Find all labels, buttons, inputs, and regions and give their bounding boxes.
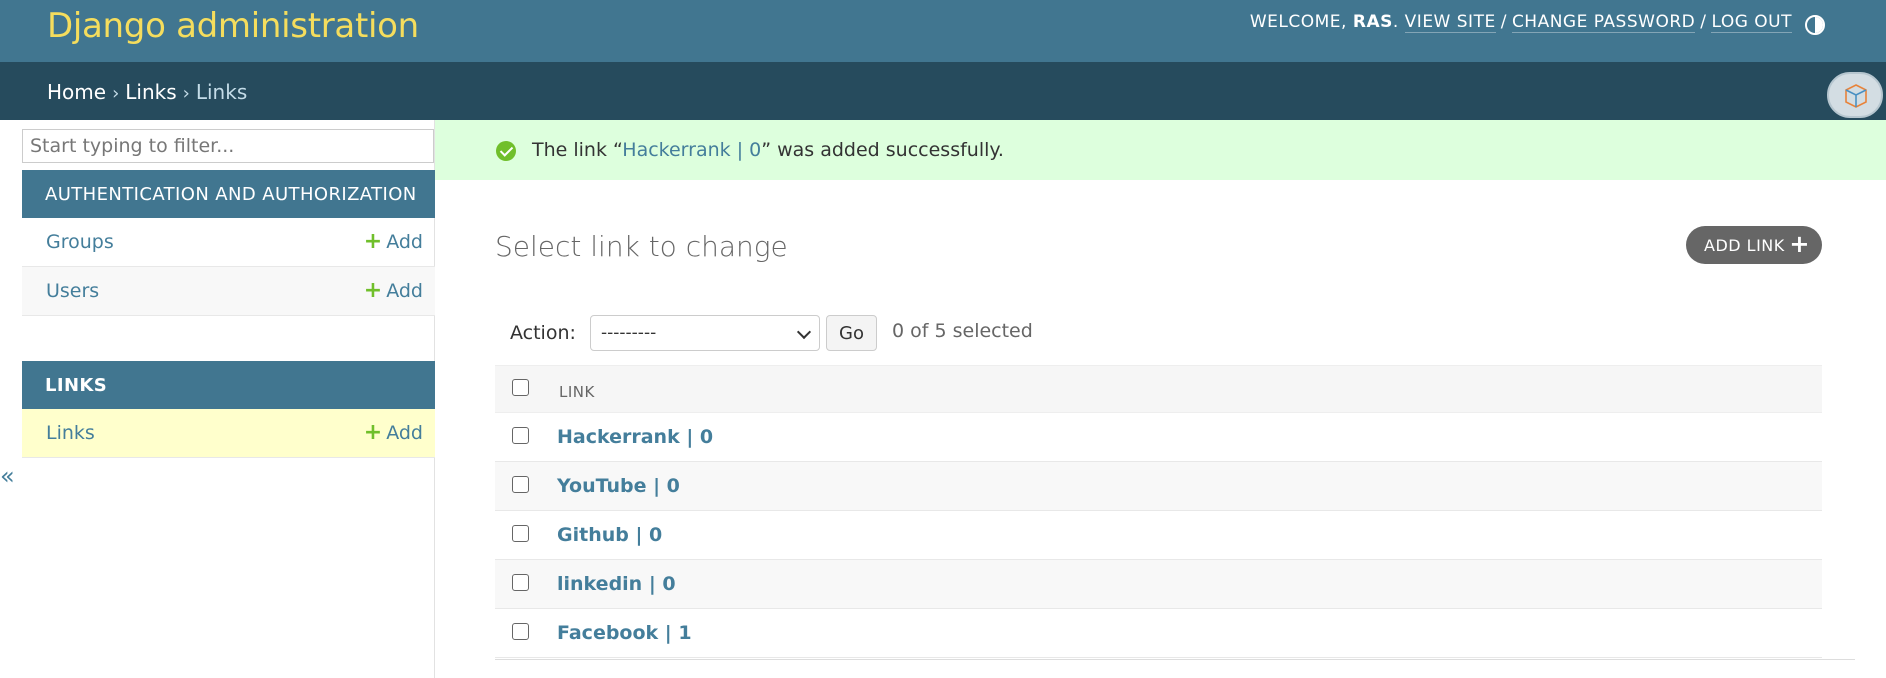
user-tools: WELCOME, RAS. VIEW SITE / CHANGE PASSWORD /… [1249,12,1792,33]
table-header: LINK [495,365,1822,413]
message-suffix: ” was added successfully. [761,139,1004,161]
table-divider [495,659,1855,660]
sidebar-item-label[interactable]: Links [46,422,95,444]
module-caption-auth[interactable]: AUTHENTICATION AND AUTHORIZATION [22,170,435,218]
sidebar-item-label[interactable]: Groups [46,231,114,253]
add-label: Add [386,231,423,253]
add-links-link[interactable]: + Add [363,420,423,445]
separator: / [1500,12,1507,32]
breadcrumb-current: Links [195,80,248,104]
row-link[interactable]: Facebook | 1 [557,622,692,644]
row-link[interactable]: Hackerrank | 0 [557,426,713,448]
sidebar-item-links: Links + Add [22,409,435,458]
add-groups-link[interactable]: + Add [363,229,423,254]
page-title: Select link to change [495,230,788,263]
breadcrumb-app-link[interactable]: Links [125,80,176,104]
plus-icon: + [363,229,383,254]
add-button-label: ADD LINK [1704,236,1785,255]
welcome-text: WELCOME, [1249,12,1353,32]
table-row: YouTube | 0 [495,462,1822,511]
chevron-down-icon [796,324,812,340]
message-object-link[interactable]: Hackerrank | 0 [622,139,761,161]
breadcrumb-arrow: › [182,83,190,104]
collapse-sidebar-icon[interactable]: « [0,462,15,490]
message-text: The link “Hackerrank | 0” was added succ… [532,139,1004,161]
sidebar-item-label[interactable]: Users [46,280,99,302]
theme-toggle-icon[interactable] [1805,15,1825,35]
row-link[interactable]: Github | 0 [557,524,662,546]
row-checkbox[interactable] [512,623,529,640]
table-row: linkedin | 0 [495,560,1822,609]
breadcrumb-arrow: › [112,83,120,104]
view-site-link[interactable]: VIEW SITE [1404,12,1496,33]
row-checkbox[interactable] [512,525,529,542]
table-row: Facebook | 1 [495,609,1822,658]
column-header-link[interactable]: LINK [559,383,595,401]
plus-icon: + [363,278,383,303]
action-selected-value: --------- [601,323,657,343]
breadcrumb-home-link[interactable]: Home [47,80,106,104]
module-caption-links[interactable]: LINKS [22,361,435,409]
action-label: Action: [510,322,576,344]
nav-sidebar: AUTHENTICATION AND AUTHORIZATION Groups … [21,120,435,678]
row-checkbox[interactable] [512,574,529,591]
log-out-link[interactable]: LOG OUT [1711,12,1792,33]
add-link-button[interactable]: ADD LINK + [1686,226,1822,264]
action-select[interactable]: --------- [590,315,820,351]
breadcrumb: Home › Links › Links [0,62,1886,120]
table-row: Github | 0 [495,511,1822,560]
sidebar-item-groups: Groups + Add [22,218,435,267]
nav-filter-input[interactable] [22,129,434,163]
row-link[interactable]: YouTube | 0 [557,475,680,497]
username: RAS [1352,12,1393,32]
cube-icon [1845,84,1867,108]
select-all-checkbox[interactable] [512,379,529,396]
check-circle-icon [496,141,516,161]
message-prefix: The link “ [532,139,623,161]
add-users-link[interactable]: + Add [363,278,423,303]
sidebar-item-users: Users + Add [22,267,435,316]
row-checkbox[interactable] [512,427,529,444]
table-row: Hackerrank | 0 [495,413,1822,462]
plus-icon: + [363,420,383,445]
row-link[interactable]: linkedin | 0 [557,573,676,595]
add-label: Add [386,280,423,302]
site-header: Django administration WELCOME, RAS. VIEW… [0,0,1886,62]
go-button[interactable]: Go [826,315,877,351]
plus-icon: + [1789,230,1810,258]
add-label: Add [386,422,423,444]
separator: / [1700,12,1707,32]
selected-count: 0 of 5 selected [892,320,1033,342]
change-password-link[interactable]: CHANGE PASSWORD [1511,12,1696,33]
row-checkbox[interactable] [512,476,529,493]
success-message: The link “Hackerrank | 0” was added succ… [435,120,1886,180]
site-name-link[interactable]: Django administration [47,6,419,46]
extension-floating-button[interactable] [1827,72,1883,118]
